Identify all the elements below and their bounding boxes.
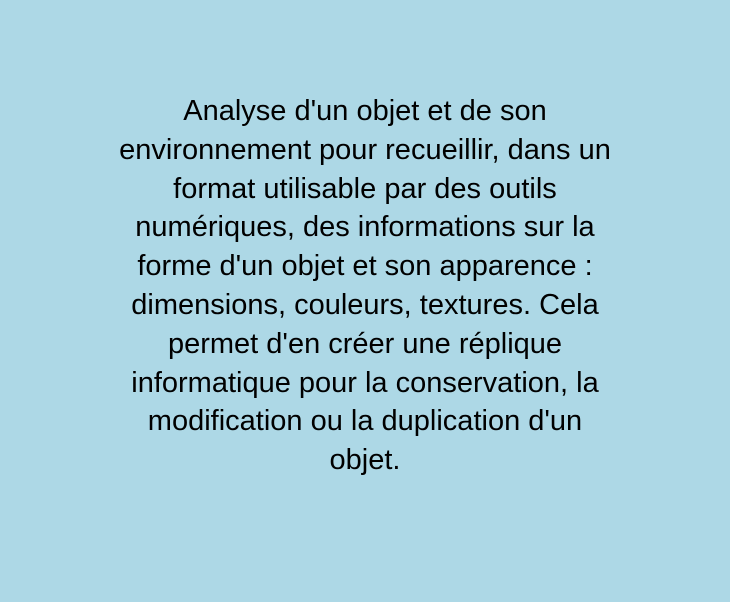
definition-text: Analyse d'un objet et de son environneme…: [119, 95, 611, 477]
definition-card: Analyse d'un objet et de son environneme…: [0, 0, 730, 602]
